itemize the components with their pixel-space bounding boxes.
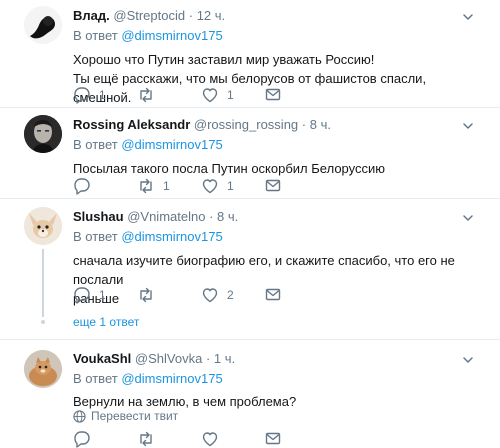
heart-icon (202, 179, 218, 194)
separator-dot: · (205, 351, 211, 366)
reply-icon (74, 178, 90, 195)
dm-button[interactable] (264, 430, 282, 448)
reply-context: В ответ @dimsmirnov175 (73, 27, 470, 44)
separator-dot: · (301, 117, 307, 132)
reply-prefix: В ответ (73, 229, 118, 244)
avatar-image (24, 115, 62, 153)
like-button[interactable]: 1 (201, 86, 234, 104)
chevron-down-icon[interactable] (462, 120, 474, 132)
reply-prefix: В ответ (73, 371, 118, 386)
avatar[interactable] (24, 115, 62, 153)
envelope-icon (265, 177, 281, 192)
tweet-actions (73, 430, 333, 448)
heart-icon (202, 432, 218, 447)
dm-button[interactable] (264, 177, 282, 195)
like-button[interactable] (201, 430, 227, 448)
user-handle[interactable]: @rossing_rossing (194, 117, 298, 132)
reply-button[interactable] (73, 430, 99, 448)
tweet-actions: 1 2 (73, 286, 333, 304)
like-count: 1 (227, 88, 234, 102)
tweet-text-line: Хорошо что Путин заставил мир уважать Ро… (73, 52, 375, 67)
reply-icon (74, 287, 90, 304)
reply-prefix: В ответ (73, 137, 118, 152)
mention-link[interactable]: @dimsmirnov175 (121, 371, 222, 386)
like-button[interactable]: 2 (201, 286, 234, 304)
translate-tweet-link[interactable]: Перевести твит (73, 409, 178, 423)
tweet-actions: 1 1 (73, 177, 333, 195)
heart-icon (202, 88, 218, 103)
avatar-image (24, 350, 62, 388)
dm-button[interactable] (264, 86, 282, 104)
retweet-button[interactable] (137, 430, 163, 448)
retweet-icon (140, 287, 152, 303)
retweet-icon (140, 87, 152, 103)
reply-prefix: В ответ (73, 28, 118, 43)
mention-link[interactable]: @dimsmirnov175 (121, 229, 222, 244)
tweet-header: Влад. @Streptocid · 12 ч. (73, 7, 470, 24)
reply-button[interactable] (73, 177, 99, 195)
heart-icon (202, 288, 218, 303)
timestamp[interactable]: 12 ч. (197, 8, 225, 23)
retweet-button[interactable] (137, 86, 163, 104)
user-handle[interactable]: @Streptocid (113, 8, 185, 23)
tweet[interactable]: Влад. @Streptocid · 12 ч. В ответ @dimsm… (0, 0, 500, 107)
avatar[interactable] (24, 350, 62, 388)
user-handle[interactable]: @ShlVovka (135, 351, 202, 366)
globe-icon (73, 409, 86, 423)
user-name[interactable]: Rossing Aleksandr (73, 117, 190, 132)
tweet-text: Посылая такого посла Путин оскорбил Бело… (73, 161, 385, 176)
retweet-icon (140, 178, 152, 194)
user-handle[interactable]: @Vnimatelno (127, 209, 205, 224)
avatar[interactable] (24, 6, 62, 44)
avatar[interactable] (24, 207, 62, 245)
translate-label: Перевести твит (91, 409, 179, 423)
tweet[interactable]: Rossing Aleksandr @rossing_rossing · 8 ч… (0, 108, 500, 198)
reply-count: 1 (99, 288, 106, 302)
user-name[interactable]: Slushau (73, 209, 124, 224)
mention-link[interactable]: @dimsmirnov175 (121, 137, 222, 152)
retweet-button[interactable] (137, 286, 163, 304)
reply-context: В ответ @dimsmirnov175 (73, 228, 470, 245)
reply-icon (74, 431, 90, 448)
timestamp[interactable]: 8 ч. (217, 209, 238, 224)
like-count: 2 (227, 288, 234, 302)
reply-button[interactable]: 1 (73, 286, 106, 304)
thread-dot (41, 320, 45, 324)
timestamp[interactable]: 8 ч. (310, 117, 331, 132)
timestamp[interactable]: 1 ч. (214, 351, 235, 366)
user-name[interactable]: VoukaShl (73, 351, 131, 366)
envelope-icon (265, 430, 281, 445)
dm-button[interactable] (264, 286, 282, 304)
mention-link[interactable]: @dimsmirnov175 (121, 28, 222, 43)
like-count: 1 (227, 179, 234, 193)
thread-line (42, 249, 44, 317)
like-button[interactable]: 1 (201, 177, 234, 195)
envelope-icon (265, 86, 281, 101)
retweet-button[interactable]: 1 (137, 177, 170, 195)
tweet-header: Rossing Aleksandr @rossing_rossing · 8 ч… (73, 116, 470, 133)
chevron-down-icon[interactable] (462, 354, 474, 366)
avatar-image (24, 207, 62, 245)
reply-button[interactable]: 1 (73, 86, 106, 104)
tweet-text-line: сначала изучите биографию его, и скажите… (73, 253, 455, 287)
avatar-image (24, 6, 62, 44)
reply-count: 1 (99, 88, 106, 102)
separator-dot: · (188, 8, 194, 23)
tweet-header: VoukaShl @ShlVovka · 1 ч. (73, 350, 470, 367)
reply-icon (74, 87, 90, 104)
separator-dot: · (209, 209, 214, 224)
tweet[interactable]: VoukaShl @ShlVovka · 1 ч. В ответ @dimsm… (0, 340, 500, 448)
reply-context: В ответ @dimsmirnov175 (73, 136, 470, 153)
tweet-header: Slushau @Vnimatelno · 8 ч. (73, 208, 470, 225)
tweet[interactable]: Slushau @Vnimatelno · 8 ч. В ответ @dims… (0, 199, 500, 339)
chevron-down-icon[interactable] (462, 11, 474, 23)
reply-context: В ответ @dimsmirnov175 (73, 370, 470, 387)
tweet-actions: 1 1 (73, 86, 333, 104)
chevron-down-icon[interactable] (462, 212, 474, 224)
retweet-icon (140, 431, 152, 447)
retweet-count: 1 (163, 179, 170, 193)
user-name[interactable]: Влад. (73, 8, 110, 23)
show-more-replies-link[interactable]: еще 1 ответ (73, 315, 139, 329)
envelope-icon (265, 286, 281, 301)
